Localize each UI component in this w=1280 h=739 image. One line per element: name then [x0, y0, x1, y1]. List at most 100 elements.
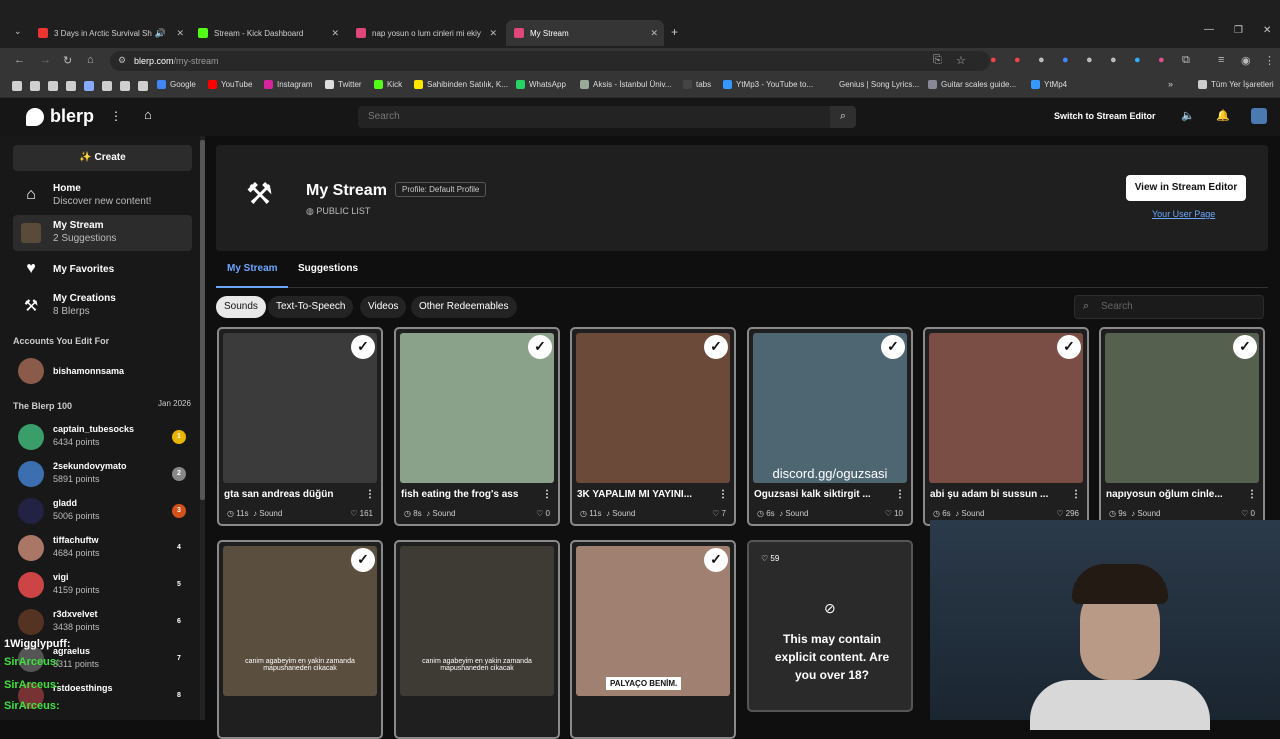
bookmark-genius[interactable]: Genius | Song Lyrics...	[826, 80, 919, 89]
bookmark-instagram[interactable]: Instagram	[264, 80, 313, 89]
url-field[interactable]: ⚙ blerp.com/my-stream	[110, 51, 990, 71]
filter-other-redeemables[interactable]: Other Redeemables	[411, 296, 517, 318]
menu-icon[interactable]: ⋮	[1264, 54, 1275, 67]
filter-sounds[interactable]: Sounds	[216, 296, 266, 318]
filter-videos[interactable]: Videos	[360, 296, 407, 318]
extension-icon[interactable]: ●	[1086, 54, 1093, 66]
leaderboard-row[interactable]: tiffachuftw 4684 points 4	[18, 531, 188, 567]
home-nav-icon[interactable]: ⌂	[144, 107, 152, 122]
bookmark-tabs[interactable]: tabs	[683, 80, 711, 89]
bookmark-icon[interactable]	[48, 81, 58, 91]
extension-icon[interactable]: ●	[1110, 54, 1117, 66]
bookmark-icon[interactable]	[138, 81, 148, 91]
blerp-card[interactable]: canim agabeyim en yakin zamanda mapushan…	[217, 540, 383, 739]
bookmark-icon[interactable]	[66, 81, 76, 91]
blerp-card[interactable]: ✓ 3K YAPALIM MI YAYINI... ⋮ ◷ 11s ♪ Soun…	[570, 327, 736, 526]
blerp-logo[interactable]: blerp	[26, 106, 94, 127]
close-icon[interactable]: ✕	[489, 28, 497, 39]
profile-badge[interactable]: Profile: Default Profile	[395, 182, 487, 197]
check-icon[interactable]: ✓	[1233, 335, 1257, 359]
all-bookmarks[interactable]: Tüm Yer İşaretleri	[1198, 80, 1274, 89]
filter-tts[interactable]: Text-To-Speech	[268, 296, 354, 318]
extension-icon[interactable]: ●	[1158, 54, 1165, 66]
bookmark-icon[interactable]	[102, 81, 112, 91]
browser-tab-youtube[interactable]: 3 Days in Arctic Survival Sh 🔊 ✕	[30, 20, 190, 46]
browser-tab-my-stream[interactable]: My Stream ✕	[506, 20, 664, 46]
bookmark-icon[interactable]	[30, 81, 40, 91]
sidebar-item-home[interactable]: ⌂ Home Discover new content!	[13, 178, 192, 214]
site-info-icon[interactable]: ⚙	[118, 55, 126, 66]
bookmark-twitter[interactable]: Twitter	[325, 80, 362, 89]
sidebar-item-favorites[interactable]: ♥ My Favorites	[13, 252, 192, 288]
bookmark-youtube[interactable]: YouTube	[208, 80, 252, 89]
account-item[interactable]: bishamonnsama	[18, 354, 188, 390]
tab-my-stream[interactable]: My Stream	[227, 263, 278, 274]
bookmark-icon[interactable]	[84, 81, 94, 91]
search-icon[interactable]: ⌕	[830, 106, 856, 128]
tab-suggestions[interactable]: Suggestions	[298, 263, 358, 274]
queue-icon[interactable]: ≡	[1218, 54, 1224, 66]
leaderboard-row[interactable]: 2sekundovymato 5891 points 2	[18, 457, 188, 493]
more-vert-icon[interactable]: ⋮	[365, 489, 375, 500]
extension-icon[interactable]: ●	[1134, 54, 1141, 66]
leaderboard-row[interactable]: r3dxvelvet 3438 points 6	[18, 605, 188, 641]
install-icon[interactable]: ⎘	[933, 54, 942, 67]
explicit-content-card[interactable]: ♡ 59 ⊘ This may contain explicit content…	[747, 540, 913, 712]
check-icon[interactable]: ✓	[351, 548, 375, 572]
more-vert-icon[interactable]: ⋮	[110, 109, 122, 123]
close-icon[interactable]: ✕	[331, 28, 339, 39]
forward-icon[interactable]: →	[40, 54, 51, 66]
tab-search-icon[interactable]: ⌄	[14, 26, 22, 37]
check-icon[interactable]: ✓	[528, 335, 552, 359]
home-icon[interactable]: ⌂	[87, 54, 94, 66]
bookmark-kick[interactable]: Kick	[374, 80, 402, 89]
leaderboard-row[interactable]: captain_tubesocks 6434 points 1	[18, 420, 188, 456]
star-icon[interactable]: ☆	[956, 54, 966, 67]
minimize-icon[interactable]: —	[1204, 24, 1214, 35]
create-button[interactable]: ✨ Create	[13, 145, 192, 171]
extension-icon[interactable]: ●	[1038, 54, 1045, 66]
check-icon[interactable]: ✓	[704, 548, 728, 572]
bookmark-google[interactable]: Google	[157, 80, 196, 89]
content-search-input[interactable]: ⌕ Search	[1074, 295, 1264, 319]
blerp-card[interactable]: ✓ abi şu adam bi sussun ... ⋮ ◷ 6s ♪ Sou…	[923, 327, 1089, 526]
more-vert-icon[interactable]: ⋮	[542, 489, 552, 500]
browser-tab-search[interactable]: nap yosun o lum cinleri mi ekiy ✕	[348, 20, 503, 46]
blerp-card[interactable]: ✓ napıyosun oğlum cinle... ⋮ ◷ 9s ♪ Soun…	[1099, 327, 1265, 526]
bookmark-icon[interactable]	[120, 81, 130, 91]
restore-icon[interactable]: ❐	[1234, 25, 1243, 36]
reload-icon[interactable]: ↻	[63, 54, 72, 67]
blerp-card[interactable]: canim agabeyim en yakin zamanda mapushan…	[394, 540, 560, 739]
close-icon[interactable]: ✕	[176, 28, 184, 39]
bookmark-guitar[interactable]: Guitar scales guide...	[928, 80, 1016, 89]
close-icon[interactable]: ✕	[650, 28, 658, 39]
back-icon[interactable]: ←	[14, 54, 25, 66]
switch-stream-editor-button[interactable]: Switch to Stream Editor	[1054, 111, 1156, 121]
blerp-card[interactable]: ✓ gta san andreas düğün ⋮ ◷ 11s ♪ Sound …	[217, 327, 383, 526]
view-in-stream-editor-button[interactable]: View in Stream Editor	[1126, 175, 1246, 201]
check-icon[interactable]: ✓	[1057, 335, 1081, 359]
sidebar-item-my-stream[interactable]: My Stream 2 Suggestions	[13, 215, 192, 251]
profile-icon[interactable]: ◉	[1241, 54, 1251, 67]
new-tab-button[interactable]: +	[671, 25, 678, 39]
blerp-card[interactable]: ✓ fish eating the frog's ass ⋮ ◷ 8s ♪ So…	[394, 327, 560, 526]
volume-icon[interactable]: 🔈	[1181, 109, 1195, 122]
extension-icon[interactable]: ●	[1062, 54, 1069, 66]
close-window-icon[interactable]: ✕	[1263, 25, 1271, 36]
more-vert-icon[interactable]: ⋮	[1247, 489, 1257, 500]
bookmark-icon[interactable]	[12, 81, 22, 91]
more-vert-icon[interactable]: ⋮	[718, 489, 728, 500]
user-avatar[interactable]	[1251, 108, 1267, 124]
leaderboard-row[interactable]: gladd 5006 points 3	[18, 494, 188, 530]
blerp-card[interactable]: discord.gg/oguzsasi ✓ Oguzsasi kalk sikt…	[747, 327, 913, 526]
bookmark-whatsapp[interactable]: WhatsApp	[516, 80, 566, 89]
bell-icon[interactable]: 🔔	[1216, 109, 1230, 122]
bookmark-sahibinden[interactable]: Sahibinden Satılık, K...	[414, 80, 508, 89]
leaderboard-row[interactable]: vigi 4159 points 5	[18, 568, 188, 604]
puzzle-icon[interactable]: ⧉	[1182, 54, 1190, 67]
check-icon[interactable]: ✓	[351, 335, 375, 359]
bookmark-aksis[interactable]: Aksis - İstanbul Üniv...	[580, 80, 672, 89]
extension-icon[interactable]: ●	[990, 54, 997, 66]
bookmark-ytmp4[interactable]: YtMp4	[1031, 80, 1067, 89]
more-vert-icon[interactable]: ⋮	[895, 489, 905, 500]
